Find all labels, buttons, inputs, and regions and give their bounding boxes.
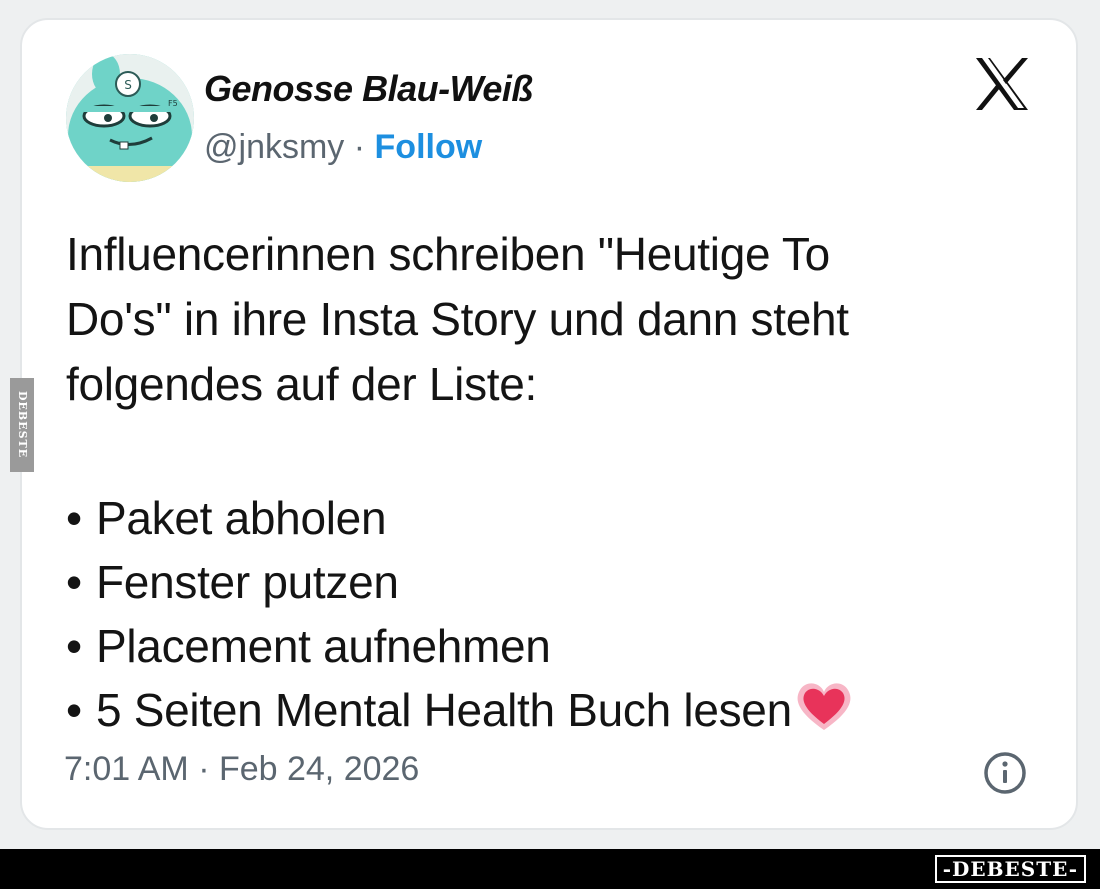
bullet: • <box>66 620 82 672</box>
tweet-text-line: folgendes auf der Liste: <box>66 358 538 410</box>
bullet: • <box>66 684 82 736</box>
list-item-text: 5 Seiten Mental Health Buch lesen <box>96 684 792 736</box>
watermark-logo: -DEBESTE- <box>934 855 1086 883</box>
cartoon-cat-avatar-icon: S F5 <box>66 54 194 182</box>
handle-row: @jnksmy · Follow <box>204 128 482 167</box>
bullet: • <box>66 556 82 608</box>
page: S F5 Genosse Blau-Weiß @jnksmy · Follow <box>0 0 1100 889</box>
follow-button[interactable]: Follow <box>375 128 483 166</box>
timestamp[interactable]: 7:01 AM · Feb 24, 2026 <box>64 750 419 789</box>
svg-text:S: S <box>124 78 132 92</box>
list-item-text: Paket abholen <box>96 492 387 544</box>
list-item-text: Placement aufnehmen <box>96 620 551 672</box>
list-item: • Paket abholen <box>66 486 1056 550</box>
user-handle[interactable]: @jnksmy <box>204 128 344 166</box>
tweet-card[interactable]: S F5 Genosse Blau-Weiß @jnksmy · Follow <box>20 18 1078 830</box>
watermark-side: DEBESTE <box>10 378 34 472</box>
bottom-bar: -DEBESTE- <box>0 849 1100 889</box>
list-item-text: Fenster putzen <box>96 556 399 608</box>
todo-list: • Paket abholen • Fenster putzen • Placemen… <box>66 486 1056 742</box>
separator: · <box>344 128 375 166</box>
tweet-text-line: Influencerinnen schreiben "Heutige To <box>66 228 830 280</box>
list-item: • Placement aufnehmen <box>66 614 1056 678</box>
tweet-text: Influencerinnen schreiben "Heutige To Do… <box>66 222 1056 417</box>
heart-emoji-icon <box>792 678 856 734</box>
x-logo-icon[interactable] <box>972 54 1032 114</box>
tweet-text-line: Do's" in ihre Insta Story und dann steht <box>66 293 849 345</box>
info-icon[interactable] <box>982 750 1028 796</box>
svg-text:F5: F5 <box>168 99 178 108</box>
list-item: • 5 Seiten Mental Health Buch lesen <box>66 678 1056 742</box>
list-item: • Fenster putzen <box>66 550 1056 614</box>
avatar[interactable]: S F5 <box>66 54 194 182</box>
display-name[interactable]: Genosse Blau-Weiß <box>204 68 533 110</box>
bullet: • <box>66 492 82 544</box>
